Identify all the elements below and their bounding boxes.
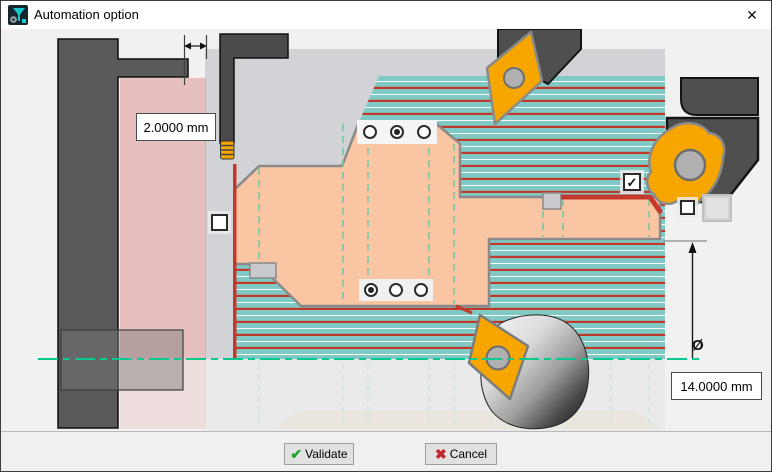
- validate-button[interactable]: ✔ Validate: [284, 443, 354, 465]
- checkbox-lower-zone[interactable]: [680, 200, 695, 215]
- gap-dimension-value[interactable]: 2.0000 mm: [136, 113, 216, 141]
- cancel-button[interactable]: ✖ Cancel: [425, 443, 497, 465]
- radio-group-bottom[interactable]: [359, 279, 433, 301]
- diameter-symbol: Ø: [692, 337, 714, 355]
- zone-swatch-button[interactable]: [702, 194, 732, 222]
- dialog-footer: ✔ Validate ✖ Cancel: [1, 431, 771, 472]
- radio-option[interactable]: [417, 125, 431, 139]
- gap-dimension-text: 2.0000 mm: [143, 120, 208, 135]
- lathe-simulation-drawing: [1, 29, 771, 431]
- close-icon[interactable]: ✕: [741, 5, 763, 25]
- validate-label: Validate: [305, 447, 347, 461]
- clearance-notch-right: [543, 193, 561, 209]
- window-title: Automation option: [34, 1, 139, 29]
- automation-icon: [8, 5, 28, 25]
- checkbox-hatch-zone[interactable]: ✓: [623, 173, 641, 191]
- radio-group-top[interactable]: [357, 120, 437, 144]
- cancel-label: Cancel: [450, 447, 487, 461]
- diameter-dimension-text: 14.0000 mm: [680, 379, 752, 394]
- title-bar: Automation option ✕: [1, 1, 771, 30]
- machining-preview-canvas: 2.0000 mm Ø 14.0000 mm ✓: [1, 29, 771, 431]
- diameter-dimension-value[interactable]: 14.0000 mm: [671, 372, 762, 400]
- radio-option[interactable]: [390, 125, 404, 139]
- radio-option[interactable]: [389, 283, 403, 297]
- validate-check-icon: ✔: [290, 446, 302, 463]
- radio-option[interactable]: [364, 283, 378, 297]
- cancel-x-icon: ✖: [435, 446, 447, 463]
- checkbox-left-zone[interactable]: [211, 214, 228, 231]
- radio-option[interactable]: [363, 125, 377, 139]
- radio-option[interactable]: [414, 283, 428, 297]
- automation-option-dialog: Automation option ✕: [0, 0, 772, 472]
- clearance-notch-left: [250, 263, 276, 278]
